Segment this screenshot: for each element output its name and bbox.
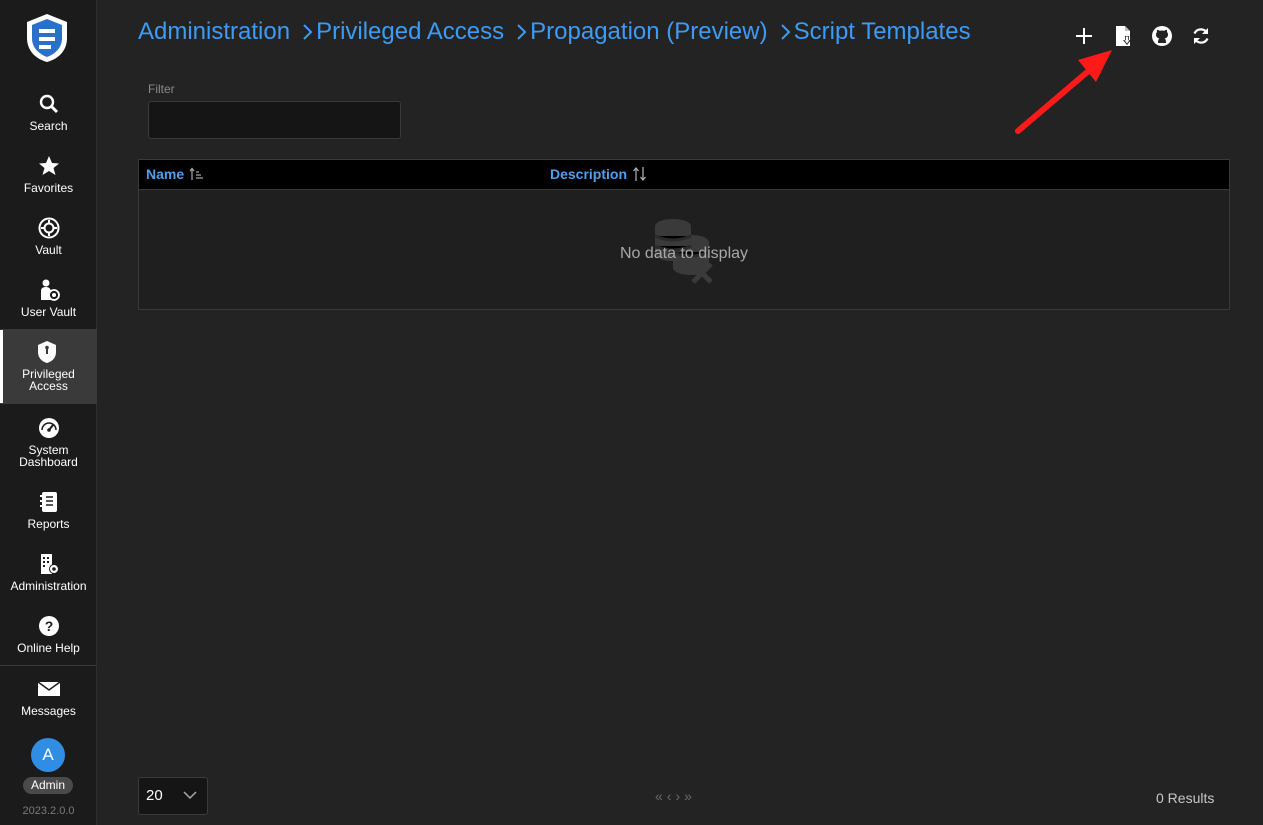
app: Search Favorites Vault User Vault Privil…	[0, 0, 1263, 825]
sidebar-item-reports[interactable]: Reports	[0, 490, 97, 530]
sidebar-item-label: Favorites	[23, 181, 74, 195]
import-file-icon[interactable]	[1111, 24, 1135, 48]
column-header-description[interactable]: Description	[550, 166, 648, 182]
sidebar-item-label: Privileged Access	[22, 367, 75, 393]
star-icon	[38, 156, 59, 175]
sidebar-item-vault[interactable]: Vault	[0, 216, 97, 256]
sort-icon	[633, 166, 647, 182]
sidebar-item-search[interactable]: Search	[0, 92, 97, 132]
version-label: 2023.2.0.0	[22, 805, 75, 817]
search-icon	[39, 94, 58, 114]
sidebar-divider	[0, 403, 97, 404]
plus-icon[interactable]	[1072, 24, 1096, 48]
empty-state-text: No data to display	[619, 245, 749, 262]
sidebar-item-favorites[interactable]: Favorites	[0, 154, 97, 194]
shield-icon	[38, 341, 56, 363]
sidebar-item-label: Administration	[10, 579, 87, 593]
sort-ascending-icon	[189, 167, 204, 180]
data-grid: Name Description No data to display	[138, 159, 1230, 310]
envelope-icon	[37, 681, 60, 696]
sidebar-item-online-help[interactable]: ? Online Help	[0, 614, 97, 654]
breadcrumb-propagation[interactable]: Propagation (Preview)	[530, 18, 767, 46]
github-icon[interactable]	[1150, 24, 1174, 48]
sidebar-item-label: User Vault	[20, 305, 77, 319]
chevron-down-icon	[183, 791, 197, 800]
first-page-button[interactable]: «	[655, 788, 663, 804]
page-size-value: 20	[146, 787, 163, 804]
annotation-arrow	[1015, 50, 1112, 134]
column-label: Name	[146, 166, 185, 182]
sidebar-item-system-dashboard[interactable]: System Dashboard	[0, 416, 97, 468]
breadcrumb: Administration Privileged Access Propaga…	[138, 16, 971, 48]
sidebar: Search Favorites Vault User Vault Privil…	[0, 0, 97, 825]
sidebar-item-label: System Dashboard	[19, 443, 78, 469]
sidebar-item-label: Vault	[35, 243, 62, 257]
prev-page-button[interactable]: ‹	[667, 788, 672, 804]
sidebar-item-label: Search	[29, 119, 68, 133]
sidebar-item-label: Reports	[27, 517, 70, 531]
filter-input[interactable]	[148, 101, 401, 139]
results-count: 0 Results	[1156, 790, 1215, 806]
sidebar-item-user-vault[interactable]: User Vault	[0, 278, 97, 318]
column-header-name[interactable]: Name	[146, 166, 205, 182]
breadcrumb-script-templates: Script Templates	[793, 18, 971, 45]
breadcrumb-administration[interactable]: Administration	[138, 18, 290, 46]
svg-text:?: ?	[44, 618, 53, 634]
avatar[interactable]: A	[31, 738, 65, 772]
role-badge: Admin	[23, 777, 73, 794]
sidebar-item-administration[interactable]: Administration	[0, 552, 97, 592]
sidebar-item-label: Messages	[21, 704, 76, 718]
grid-header: Name Description	[139, 160, 1229, 190]
next-page-button[interactable]: ›	[675, 788, 680, 804]
sidebar-item-messages[interactable]: Messages	[0, 677, 97, 717]
breadcrumb-privileged-access[interactable]: Privileged Access	[316, 18, 504, 46]
pager: « ‹ › »	[655, 788, 692, 804]
filter-label: Filter	[148, 82, 175, 96]
sidebar-divider	[0, 665, 97, 666]
dashboard-icon	[38, 418, 59, 438]
sidebar-item-privileged-access[interactable]: Privileged Access	[0, 330, 97, 403]
sidebar-item-label: Online Help	[17, 641, 80, 655]
reports-icon	[39, 492, 57, 512]
column-label: Description	[550, 166, 628, 182]
building-icon	[40, 554, 59, 574]
page-size-select[interactable]: 20	[138, 777, 208, 815]
chevron-right-icon	[780, 24, 791, 40]
refresh-icon[interactable]	[1189, 24, 1213, 48]
last-page-button[interactable]: »	[684, 788, 692, 804]
chevron-right-icon	[517, 24, 527, 40]
user-vault-icon	[40, 279, 60, 301]
help-icon: ?	[38, 616, 59, 636]
vault-icon	[38, 217, 59, 239]
app-logo[interactable]	[24, 12, 70, 64]
chevron-right-icon	[303, 24, 313, 40]
